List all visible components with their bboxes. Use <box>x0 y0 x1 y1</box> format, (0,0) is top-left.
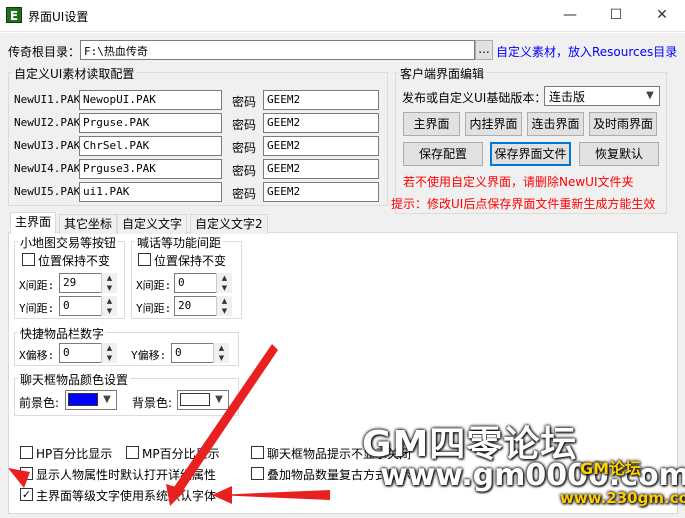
red-arrow-icon <box>215 490 330 500</box>
watermark-url-2: www.230gm.com <box>560 489 685 507</box>
red-arrow-icon <box>8 468 30 488</box>
annotation-arrows <box>8 344 330 506</box>
red-arrow-icon <box>212 486 232 504</box>
red-arrow-icon <box>172 344 278 495</box>
watermark-badge: GM论坛 <box>580 459 642 478</box>
